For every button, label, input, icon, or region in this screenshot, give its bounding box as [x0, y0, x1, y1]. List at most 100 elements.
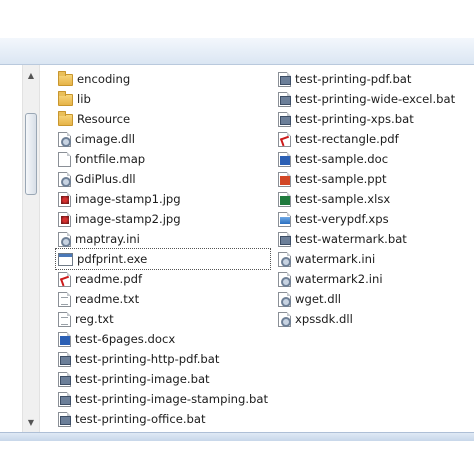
- file-item[interactable]: test-verypdf.xps: [276, 209, 457, 229]
- file-name: test-rectangle.pdf: [295, 132, 399, 146]
- file-item[interactable]: cimage.dll: [56, 129, 270, 149]
- file-name: test-verypdf.xps: [295, 212, 389, 226]
- bat-file-icon: [278, 111, 291, 127]
- file-item[interactable]: image-stamp2.jpg: [56, 209, 270, 229]
- bat-file-icon: [58, 351, 71, 367]
- folder-icon: [58, 111, 73, 126]
- file-name: maptray.ini: [75, 232, 140, 246]
- vertical-scrollbar[interactable]: ▲ ▼: [22, 65, 40, 432]
- doc-file-icon: [278, 151, 291, 167]
- file-item[interactable]: test-printing-pdf.bat: [276, 69, 457, 89]
- dll-file-icon: [278, 291, 291, 307]
- file-item[interactable]: test-printing-xps.bat: [276, 109, 457, 129]
- file-name: watermark.ini: [295, 252, 376, 266]
- folder-icon: [58, 71, 73, 86]
- file-item[interactable]: test-printing-http-pdf.bat: [56, 349, 270, 369]
- file-item[interactable]: test-watermark.bat: [276, 229, 457, 249]
- scroll-thumb[interactable]: [25, 113, 37, 195]
- file-item[interactable]: pdfprint.exe: [54, 248, 272, 270]
- file-item[interactable]: encoding: [56, 69, 270, 89]
- file-item[interactable]: test-sample.xlsx: [276, 189, 457, 209]
- file-name: test-printing-pdf.bat: [295, 72, 412, 86]
- file-name: test-printing-http-pdf.bat: [75, 352, 220, 366]
- file-item[interactable]: maptray.ini: [56, 229, 270, 249]
- file-item[interactable]: test-sample.ppt: [276, 169, 457, 189]
- txt-file-icon: [58, 311, 71, 327]
- file-name: lib: [77, 92, 91, 106]
- bat-file-icon: [278, 91, 291, 107]
- file-item[interactable]: xpssdk.dll: [276, 309, 457, 329]
- file-item[interactable]: test-rectangle.pdf: [276, 129, 457, 149]
- file-name: encoding: [77, 72, 131, 86]
- bat-file-icon: [58, 391, 71, 407]
- file-name: GdiPlus.dll: [75, 172, 136, 186]
- file-item[interactable]: test-printing-image.bat: [56, 369, 270, 389]
- file-item[interactable]: Resource: [56, 109, 270, 129]
- file-name: test-6pages.docx: [75, 332, 176, 346]
- file-name: test-printing-wide-excel.bat: [295, 92, 456, 106]
- explorer-toolbar: [0, 38, 474, 65]
- dll-file-icon: [58, 171, 71, 187]
- file-item[interactable]: lib: [56, 89, 270, 109]
- jpg-file-icon: [58, 211, 71, 227]
- file-name: cimage.dll: [75, 132, 135, 146]
- status-bar: [0, 432, 474, 441]
- file-item[interactable]: reg.txt: [56, 309, 270, 329]
- xlsx-file-icon: [278, 191, 291, 207]
- file-item[interactable]: GdiPlus.dll: [56, 169, 270, 189]
- pdf-file-icon: [58, 271, 71, 287]
- file-name: test-printing-image-stamping.bat: [75, 392, 269, 406]
- file-name: test-printing-xps.bat: [295, 112, 414, 126]
- ini-file-icon: [278, 271, 291, 287]
- file-item[interactable]: fontfile.map: [56, 149, 270, 169]
- file-name: image-stamp2.jpg: [75, 212, 181, 226]
- file-name: test-watermark.bat: [295, 232, 407, 246]
- file-item[interactable]: test-printing-image-stamping.bat: [56, 389, 270, 409]
- bat-file-icon: [278, 71, 291, 87]
- pdf-file-icon: [278, 131, 291, 147]
- dll-file-icon: [58, 131, 71, 147]
- file-name: reg.txt: [75, 312, 114, 326]
- file-column-left: encoding lib Resource cimage.dll fontfile.ma…: [54, 69, 272, 429]
- file-name: readme.pdf: [75, 272, 143, 286]
- ppt-file-icon: [278, 171, 291, 187]
- file-item[interactable]: test-6pages.docx: [56, 329, 270, 349]
- file-column-right: test-printing-pdf.bat test-printing-wide-…: [276, 69, 457, 329]
- bat-file-icon: [278, 231, 291, 247]
- bat-file-icon: [58, 411, 71, 427]
- file-name: test-sample.doc: [295, 152, 389, 166]
- file-list-pane[interactable]: ▲ ▼ encoding lib Resource cimage.dll fontfil…: [0, 65, 474, 432]
- file-name: readme.txt: [75, 292, 140, 306]
- file-item[interactable]: test-printing-office.bat: [56, 409, 270, 429]
- file-item[interactable]: wget.dll: [276, 289, 457, 309]
- dll-file-icon: [278, 311, 291, 327]
- file-item[interactable]: test-sample.doc: [276, 149, 457, 169]
- exe-file-icon: [58, 253, 73, 266]
- file-name: watermark2.ini: [295, 272, 383, 286]
- ini-file-icon: [278, 251, 291, 267]
- bat-file-icon: [58, 371, 71, 387]
- file-name: fontfile.map: [75, 152, 146, 166]
- file-name: test-printing-image.bat: [75, 372, 210, 386]
- txt-file-icon: [58, 291, 71, 307]
- jpg-file-icon: [58, 191, 71, 207]
- ini-file-icon: [58, 231, 71, 247]
- folder-icon: [58, 91, 73, 106]
- blank-file-icon: [58, 151, 71, 167]
- file-item[interactable]: watermark2.ini: [276, 269, 457, 289]
- docx-file-icon: [58, 331, 71, 347]
- file-name: test-sample.xlsx: [295, 192, 391, 206]
- file-name: wget.dll: [295, 292, 342, 306]
- xps-file-icon: [278, 211, 291, 227]
- scroll-up-arrow[interactable]: ▲: [23, 67, 39, 83]
- scroll-down-arrow[interactable]: ▼: [23, 414, 39, 430]
- file-item[interactable]: test-printing-wide-excel.bat: [276, 89, 457, 109]
- file-item[interactable]: watermark.ini: [276, 249, 457, 269]
- file-item[interactable]: readme.pdf: [56, 269, 270, 289]
- file-item[interactable]: image-stamp1.jpg: [56, 189, 270, 209]
- file-item[interactable]: readme.txt: [56, 289, 270, 309]
- file-name: Resource: [77, 112, 131, 126]
- file-name: xpssdk.dll: [295, 312, 353, 326]
- file-name: test-sample.ppt: [295, 172, 387, 186]
- file-name: pdfprint.exe: [77, 252, 148, 266]
